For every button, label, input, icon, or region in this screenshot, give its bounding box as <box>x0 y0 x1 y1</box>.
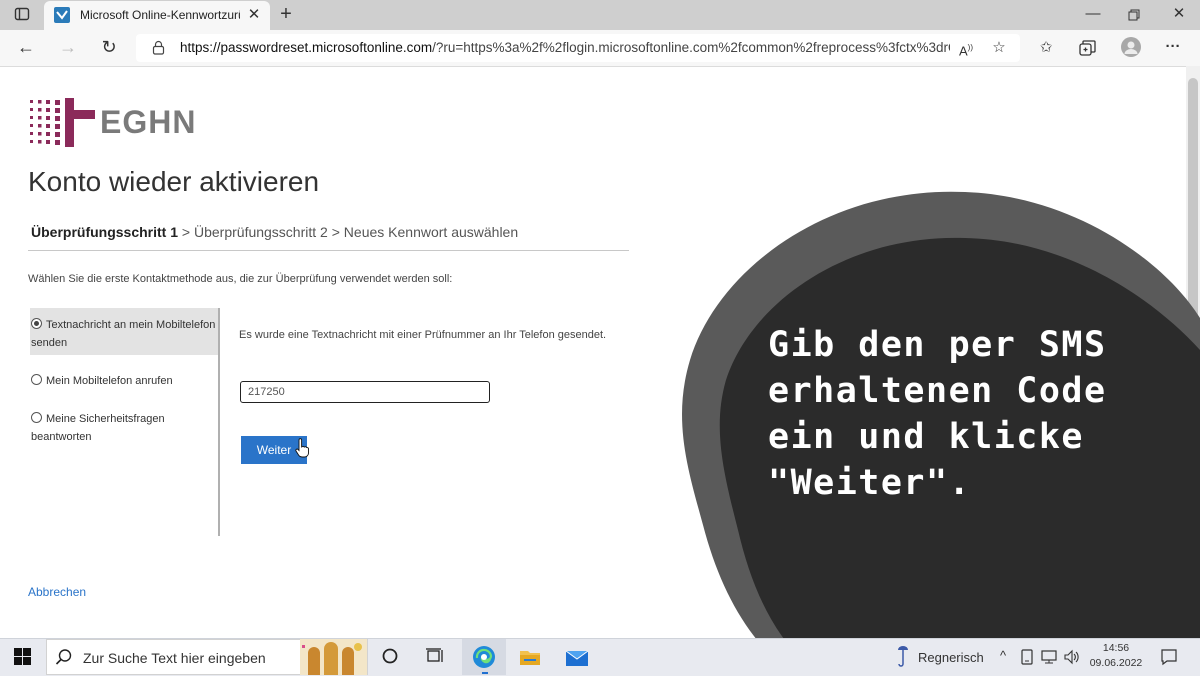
overlay-instruction-text: Gib den per SMS erhaltenen Code ein und … <box>768 322 1148 506</box>
search-icon <box>55 648 73 666</box>
search-highlight-illustration-icon <box>300 639 367 675</box>
edge-browser-icon[interactable] <box>472 645 496 669</box>
mail-icon[interactable] <box>565 647 589 667</box>
show-hidden-icons-chevron-icon[interactable]: ^ <box>996 647 1010 665</box>
active-app-indicator <box>482 672 488 674</box>
rain-weather-icon[interactable] <box>893 646 913 668</box>
overlay-line: Gib den per SMS <box>768 325 1107 365</box>
clock-date: 09.06.2022 <box>1089 657 1143 669</box>
overlay-line: erhaltenen Code <box>768 371 1107 411</box>
network-icon[interactable] <box>1040 649 1058 665</box>
clock-time: 14:56 <box>1102 642 1130 654</box>
task-view-icon[interactable] <box>425 647 445 665</box>
volume-icon[interactable] <box>1063 649 1081 665</box>
weather-text[interactable]: Regnerisch <box>918 650 984 665</box>
device-icon[interactable] <box>1020 649 1034 665</box>
overlay-line: "Weiter". <box>768 463 972 503</box>
windows-start-icon[interactable] <box>14 648 31 665</box>
cortana-icon[interactable] <box>381 647 399 665</box>
overlay-line: ein und klicke <box>768 417 1085 457</box>
taskbar-clock[interactable]: 14:56 09.06.2022 <box>1086 641 1146 671</box>
taskbar-search-placeholder: Zur Suche Text hier eingeben <box>83 650 266 666</box>
file-explorer-icon[interactable] <box>519 647 541 667</box>
notifications-icon[interactable] <box>1160 648 1178 666</box>
